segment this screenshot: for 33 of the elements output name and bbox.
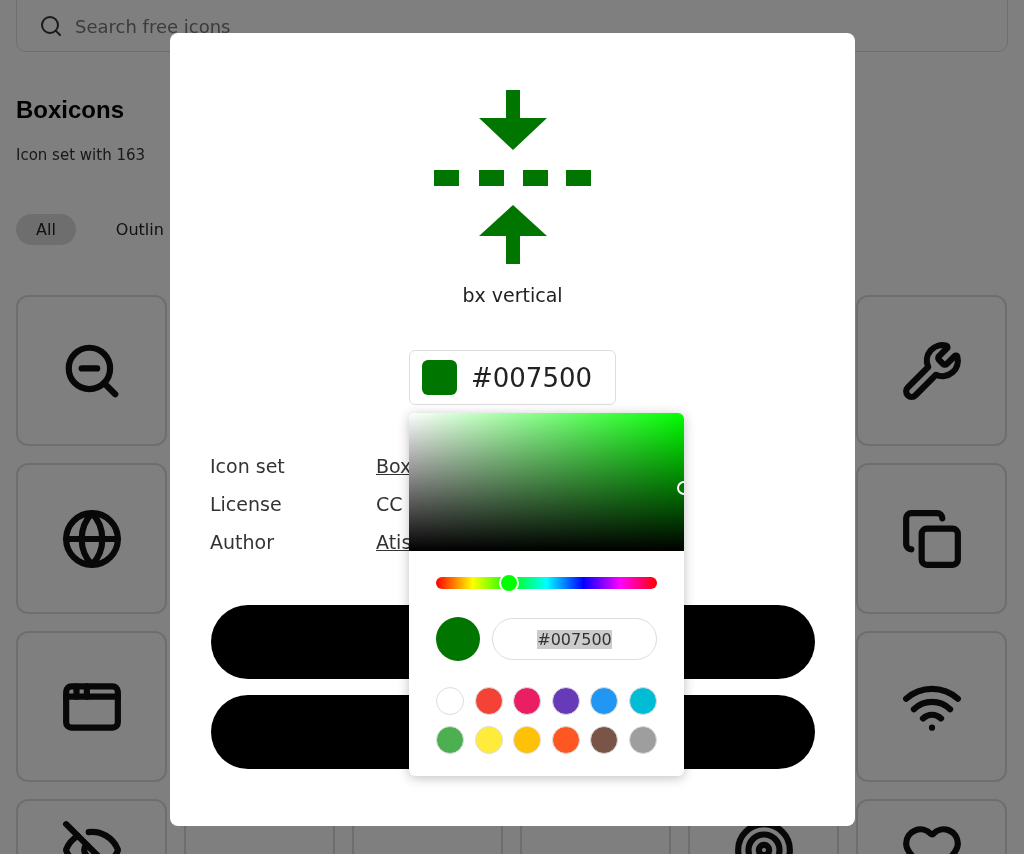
windows-icon (900, 507, 963, 570)
filter-tab[interactable]: All (16, 214, 76, 245)
info-label: Author (210, 531, 274, 553)
color-swatch[interactable] (590, 687, 619, 715)
color-swatch[interactable] (436, 687, 465, 715)
hue-slider[interactable] (436, 577, 657, 589)
hue-handle[interactable] (498, 573, 519, 593)
color-swatch[interactable] (628, 726, 657, 754)
page-title: Boxicons (16, 96, 126, 124)
color-swatch[interactable] (474, 726, 503, 754)
color-swatch[interactable] (551, 687, 580, 715)
search-icon (39, 14, 63, 38)
info-label: License (210, 493, 282, 515)
icon-name: bx vertical (462, 284, 563, 306)
color-swatch[interactable] (436, 726, 465, 754)
color-value: #007500 (471, 362, 593, 393)
color-swatch[interactable] (474, 687, 503, 715)
filter-tab[interactable]: Outlin (95, 214, 184, 245)
wrench-icon (900, 339, 963, 402)
hex-value: #007500 (537, 629, 612, 649)
info-link[interactable]: Atis (376, 531, 412, 553)
color-swatch[interactable] (590, 726, 619, 754)
globe-icon (60, 507, 123, 570)
color-swatch[interactable] (513, 726, 542, 754)
info-label: Icon set (210, 455, 285, 477)
color-button[interactable]: #007500 (409, 350, 616, 405)
color-swatch[interactable] (513, 687, 542, 715)
color-swatch[interactable] (628, 687, 657, 715)
color-swatch[interactable] (551, 726, 580, 754)
info-value: CC (376, 493, 403, 515)
page-subtitle: Icon set with 163 (16, 146, 147, 164)
info-link[interactable]: Box (376, 455, 412, 477)
shade-area[interactable] (409, 413, 684, 551)
